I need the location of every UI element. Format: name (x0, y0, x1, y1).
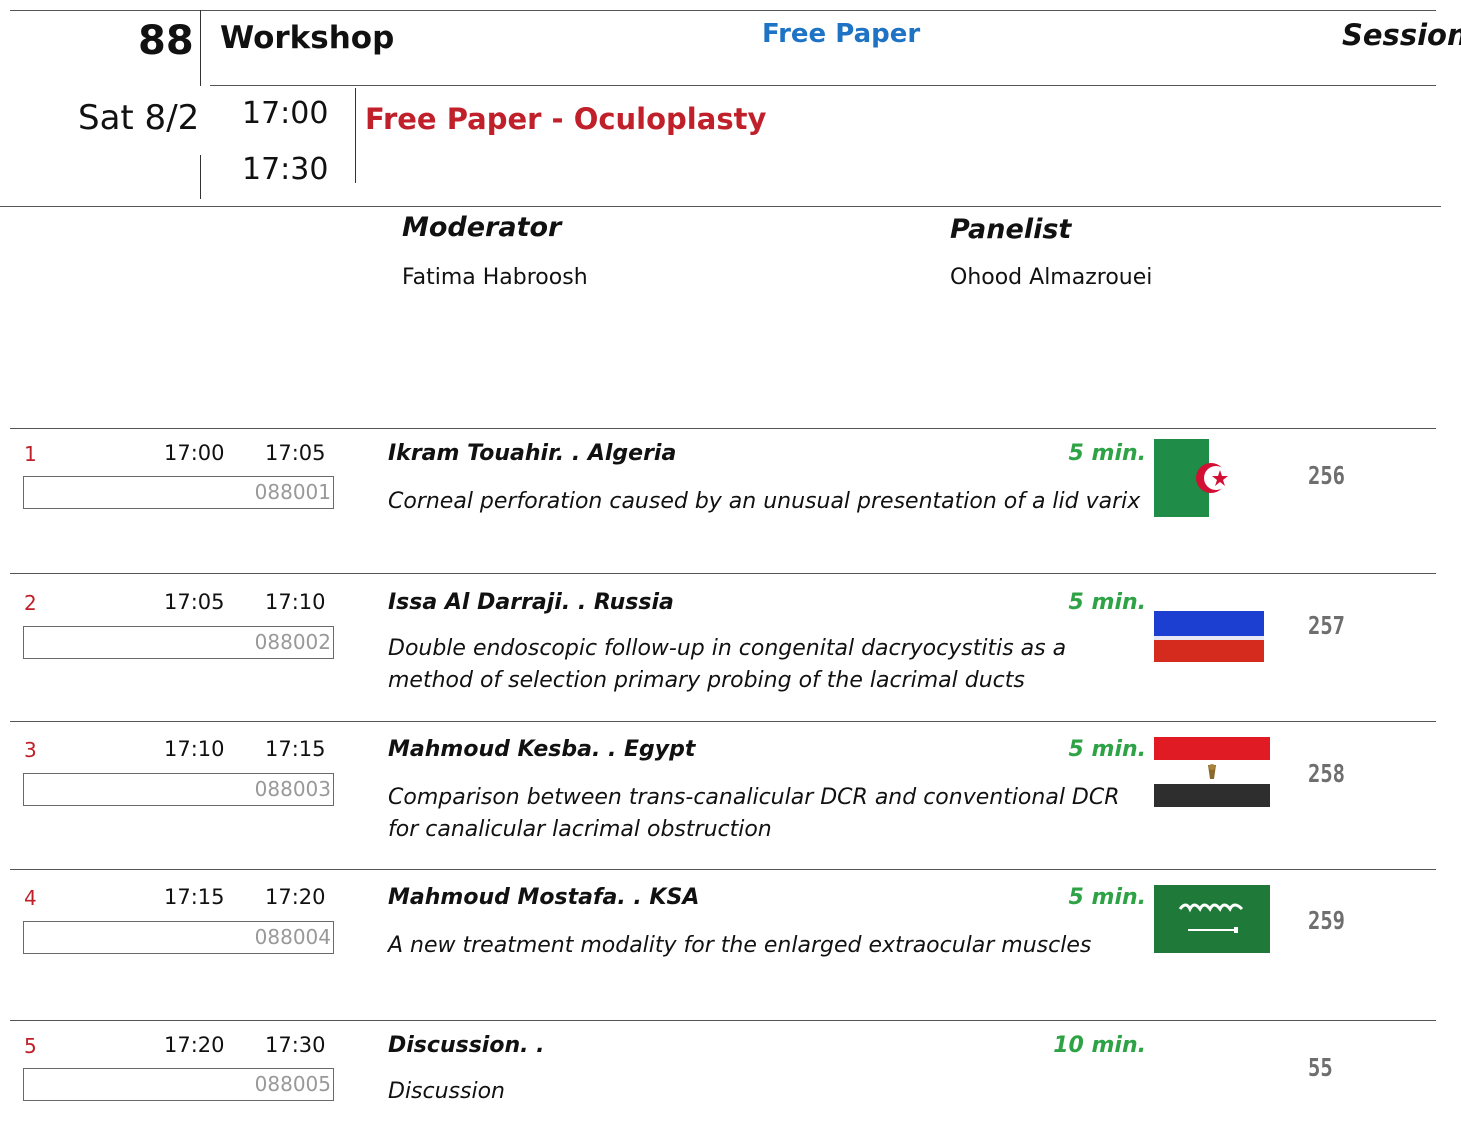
row-index: 2 (24, 591, 37, 615)
row-rule (10, 721, 1436, 722)
row-end-time: 17:05 (265, 441, 326, 465)
session-type: Workshop (220, 20, 395, 56)
panelist-name: Ohood Almazrouei (950, 265, 1153, 290)
row-end-time: 17:20 (265, 885, 326, 909)
day-divider (200, 155, 201, 199)
moderator-name: Fatima Habroosh (402, 265, 588, 290)
duration: 10 min. (1053, 1033, 1146, 1058)
row-end-time: 17:15 (265, 737, 326, 761)
panelist-heading: Panelist (950, 214, 1072, 245)
duration: 5 min. (1068, 590, 1146, 615)
row-index: 4 (24, 886, 37, 910)
abstract-number: 55 (1308, 1053, 1333, 1082)
saudi-flag-icon (1154, 885, 1270, 957)
time-divider (355, 88, 356, 183)
moderator-heading: Moderator (402, 212, 562, 243)
row-rule (10, 573, 1436, 574)
row-start-time: 17:00 (164, 441, 225, 465)
section-rule (0, 206, 1441, 207)
duration: 5 min. (1068, 885, 1146, 910)
speaker-name: Discussion. . (388, 1033, 545, 1058)
duration: 5 min. (1068, 737, 1146, 762)
speaker-name: Mahmoud Mostafa. . KSA (388, 885, 700, 910)
abstract-number: 259 (1308, 906, 1346, 935)
row-index: 3 (24, 738, 37, 762)
abstract-number: 256 (1308, 461, 1346, 490)
algeria-flag-icon (1154, 439, 1264, 521)
row-start-time: 17:10 (164, 737, 225, 761)
session-label: Session (1342, 18, 1461, 52)
session-category: Free Paper (762, 19, 921, 49)
talk-title: Comparison between trans-canalicular DCR… (388, 785, 1120, 842)
header-rule (210, 85, 1436, 86)
abstract-code-field: 088002 (23, 626, 334, 659)
session-number: 88 (138, 18, 194, 64)
session-title: Free Paper - Oculoplasty (365, 102, 767, 136)
russia-flag-icon (1154, 611, 1264, 666)
egypt-flag-icon (1154, 737, 1270, 811)
row-end-time: 17:10 (265, 590, 326, 614)
row-start-time: 17:15 (164, 885, 225, 909)
abstract-code-field: 088005 (23, 1068, 334, 1101)
abstract-code-field: 088004 (23, 921, 334, 954)
row-start-time: 17:05 (164, 590, 225, 614)
talk-title: A new treatment modality for the enlarge… (388, 933, 1092, 958)
talk-title: Corneal perforation caused by an unusual… (388, 489, 1141, 514)
abstract-number: 257 (1308, 611, 1346, 640)
speaker-name: Mahmoud Kesba. . Egypt (388, 737, 696, 762)
row-index: 1 (24, 442, 37, 466)
abstract-number: 258 (1308, 759, 1346, 788)
abstract-code-field: 088001 (23, 476, 334, 509)
row-index: 5 (24, 1034, 37, 1058)
header-divider (200, 10, 201, 86)
top-rule (10, 10, 1436, 11)
session-day: Sat 8/2 (78, 98, 200, 138)
row-rule (10, 428, 1436, 429)
speaker-name: Issa Al Darraji. . Russia (388, 590, 674, 615)
duration: 5 min. (1068, 441, 1146, 466)
abstract-code-field: 088003 (23, 773, 334, 806)
session-end-time: 17:30 (242, 152, 329, 187)
speaker-name: Ikram Touahir. . Algeria (388, 441, 677, 466)
row-rule (10, 1020, 1436, 1021)
session-start-time: 17:00 (242, 96, 329, 131)
row-end-time: 17:30 (265, 1033, 326, 1057)
talk-title: Discussion (388, 1079, 505, 1104)
talk-title: Double endoscopic follow-up in congenita… (388, 636, 1067, 693)
row-start-time: 17:20 (164, 1033, 225, 1057)
row-rule (10, 869, 1436, 870)
